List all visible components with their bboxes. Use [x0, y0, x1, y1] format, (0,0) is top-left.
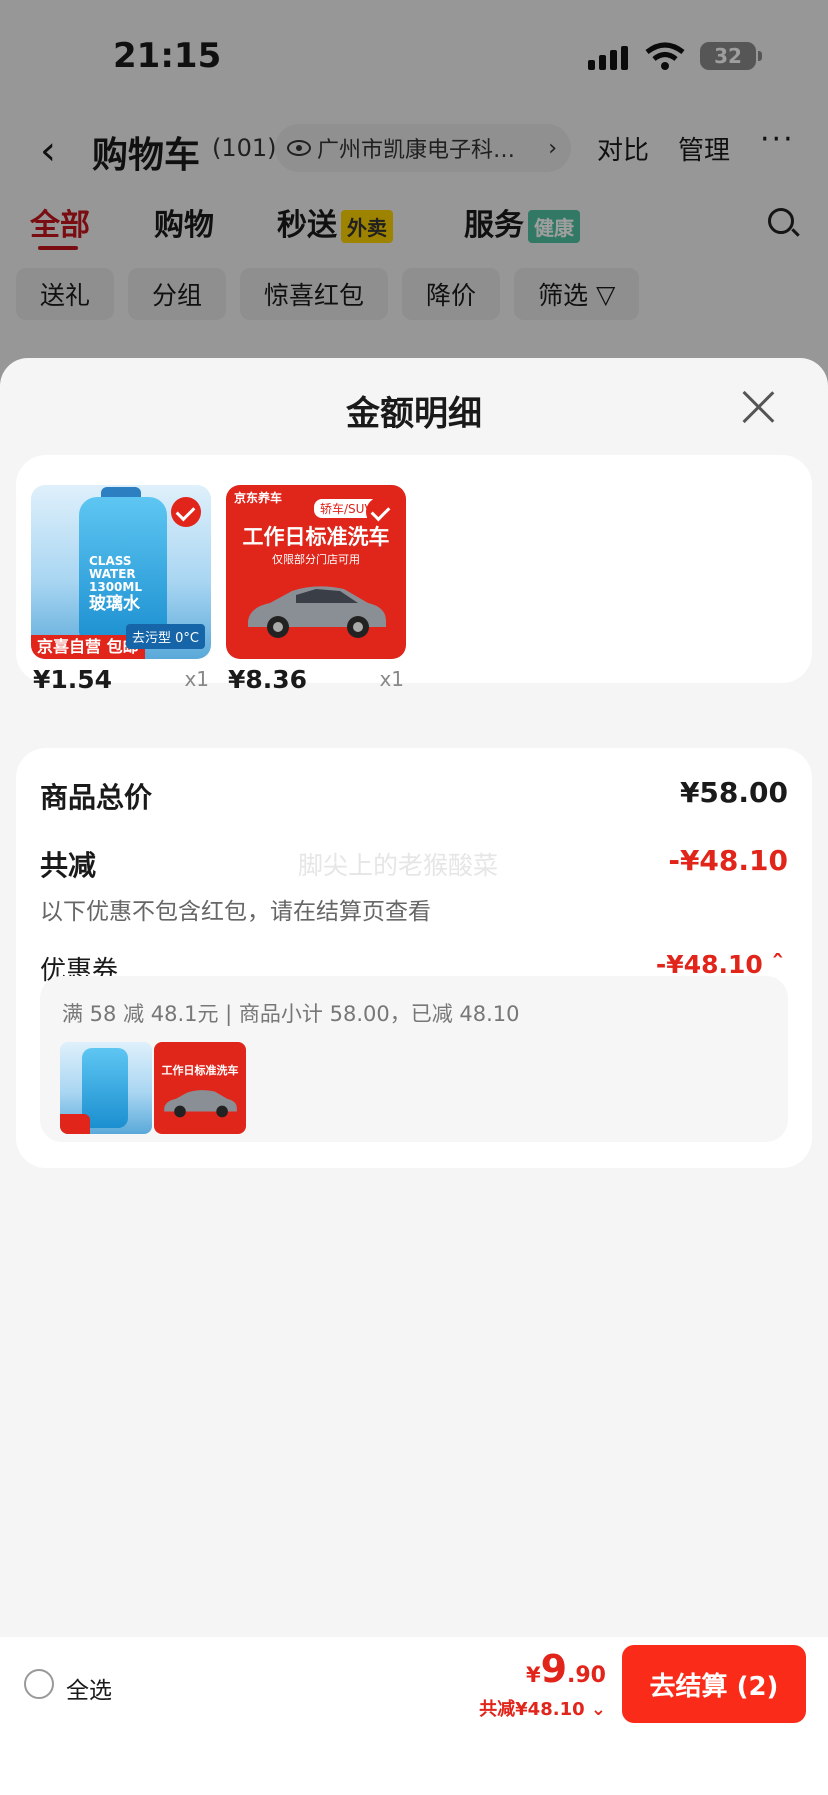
address-selector[interactable]: 广州市凯康电子科… › — [275, 124, 571, 172]
selected-check-icon — [171, 497, 201, 527]
bottle-label-line2: 1300ML — [89, 580, 142, 595]
health-badge: 健康 — [528, 210, 580, 243]
select-all-radio[interactable] — [24, 1669, 54, 1699]
compare-button[interactable]: 对比 — [597, 130, 649, 167]
price-breakdown-card: 脚尖上的老猴酸菜 商品总价 ¥58.00 共减 -¥48.10 以下优惠不包含红… — [16, 748, 812, 1168]
tab-instant-label: 秒送 — [277, 208, 337, 243]
total-price-row: 商品总价 ¥58.00 — [40, 776, 788, 816]
status-time: 21:15 — [113, 36, 222, 76]
amount-detail-sheet: 金额明细 CLASS WATER 1300ML 玻璃水 京喜自营 包邮 去污型 … — [0, 358, 828, 1795]
cart-count: (101) — [212, 134, 277, 162]
product-tag-right: 去污型 0°C — [126, 624, 205, 649]
eye-icon — [287, 140, 311, 156]
home-indicator-area — [0, 1729, 828, 1795]
wifi-icon — [645, 42, 685, 70]
checkout-bar: 全选 ¥9.90 共减¥48.10 ⌄ 去结算 (2) — [0, 1637, 828, 1729]
discount-toggle[interactable]: 共减¥48.10 ⌄ — [479, 1695, 606, 1721]
tab-all[interactable]: 全部 — [30, 200, 90, 244]
more-icon[interactable]: ··· — [760, 122, 795, 157]
battery-tip — [758, 51, 762, 61]
tab-instant[interactable]: 秒送 外卖 — [277, 200, 393, 244]
coupon-amount: -¥48.10 — [655, 950, 763, 979]
chip-filter-label: 筛选 — [538, 281, 589, 310]
reduce-value: -¥48.10 — [668, 844, 788, 877]
chip-price-drop[interactable]: 降价 — [402, 268, 501, 320]
coupon-product-thumb-car-wash: 工作日标准洗车 — [154, 1042, 246, 1134]
back-chevron-icon[interactable]: ‹ — [40, 128, 56, 174]
select-all-label[interactable]: 全选 — [66, 1671, 112, 1705]
chip-filter[interactable]: 筛选 ▽ — [514, 268, 640, 320]
product-thumbnail-washer-fluid: CLASS WATER 1300ML 玻璃水 京喜自营 包邮 去污型 0°C — [31, 485, 211, 659]
wash-title: 工作日标准洗车 — [242, 525, 390, 549]
tab-service[interactable]: 服务 健康 — [464, 200, 580, 244]
bottle-label-line1: CLASS WATER — [89, 554, 136, 582]
top-nav: ‹ 购物车 (101) 广州市凯康电子科… › 对比 管理 ··· — [0, 120, 828, 176]
address-text: 广州市凯康电子科… — [317, 138, 516, 163]
wash-brand: 京东养车 — [234, 491, 283, 505]
tab-service-label: 服务 — [464, 208, 524, 243]
product-qty: x1 — [379, 667, 404, 691]
chip-red-packet[interactable]: 惊喜红包 — [240, 268, 389, 320]
total-decimal: .90 — [567, 1663, 606, 1688]
sheet-title: 金额明细 — [346, 394, 482, 434]
total-currency: ¥ — [525, 1663, 541, 1687]
coupon-product-thumb-washer-fluid — [60, 1042, 152, 1134]
page-title: 购物车 — [92, 135, 201, 176]
checkout-button[interactable]: 去结算 (2) — [622, 1645, 806, 1723]
tab-shopping[interactable]: 购物 — [154, 200, 214, 244]
total-integer: 9 — [540, 1647, 568, 1691]
car-icon — [248, 586, 386, 638]
selected-products-card: CLASS WATER 1300ML 玻璃水 京喜自营 包邮 去污型 0°C ¥… — [16, 455, 812, 694]
discount-text: 共减¥48.10 — [479, 1699, 585, 1720]
mini-wash-title: 工作日标准洗车 — [161, 1064, 239, 1077]
total-price-value: ¥58.00 — [679, 776, 788, 809]
cart-page-background: 21:15 32 ‹ 购物车 (101) 广州市凯康电子科… › 对比 管理 ·… — [0, 0, 828, 420]
total-amount: ¥9.90 — [526, 1647, 606, 1691]
bottle-label-line3: 玻璃水 — [89, 593, 140, 614]
bottle-label: CLASS WATER 1300ML 玻璃水 — [89, 554, 159, 614]
coupon-detail-box: 满 58 减 48.1元 | 商品小计 58.00，已减 48.10 工作日标准… — [40, 976, 788, 1142]
mini-tag — [60, 1114, 90, 1134]
coupon-description: 满 58 减 48.1元 | 商品小计 58.00，已减 48.10 — [62, 1002, 520, 1026]
reduce-label: 共减 — [40, 849, 97, 882]
reduce-row: 共减 -¥48.10 — [40, 844, 788, 884]
status-bar: 21:15 32 — [0, 0, 828, 110]
product-item[interactable]: 京东养车 轿车/SUV 工作日标准洗车 仅限部分门店可用 ¥8.36 x1 — [226, 485, 406, 694]
total-price-label: 商品总价 — [40, 781, 153, 814]
chevron-down-icon: ⌄ — [590, 1699, 606, 1720]
manage-button[interactable]: 管理 — [678, 130, 730, 167]
product-item[interactable]: CLASS WATER 1300ML 玻璃水 京喜自营 包邮 去污型 0°C ¥… — [31, 485, 211, 694]
chevron-right-icon: › — [548, 135, 557, 161]
coupon-value: -¥48.10 ˆ — [656, 950, 784, 979]
close-icon[interactable] — [740, 388, 776, 424]
category-tabs: 全部 购物 秒送 外卖 服务 健康 — [0, 200, 828, 250]
chip-group[interactable]: 分组 — [128, 268, 227, 320]
product-thumbnail-car-wash: 京东养车 轿车/SUV 工作日标准洗车 仅限部分门店可用 — [226, 485, 406, 659]
product-qty: x1 — [184, 667, 209, 691]
reduce-note: 以下优惠不包含红包，请在结算页查看 — [40, 899, 431, 925]
takeout-badge: 外卖 — [341, 210, 393, 243]
car-icon — [164, 1090, 237, 1118]
product-price: ¥8.36 — [228, 665, 308, 694]
filter-funnel-icon: ▽ — [596, 279, 616, 309]
battery-indicator: 32 — [700, 42, 756, 70]
search-icon[interactable] — [768, 208, 794, 234]
active-tab-indicator — [38, 246, 78, 250]
product-price: ¥1.54 — [33, 665, 113, 694]
chevron-up-icon: ˆ — [771, 950, 785, 979]
filter-chips: 送礼 分组 惊喜红包 降价 筛选 ▽ — [16, 268, 640, 320]
wash-note: 仅限部分门店可用 — [272, 553, 360, 566]
chip-gift[interactable]: 送礼 — [16, 268, 115, 320]
cellular-signal-icon — [588, 46, 628, 70]
